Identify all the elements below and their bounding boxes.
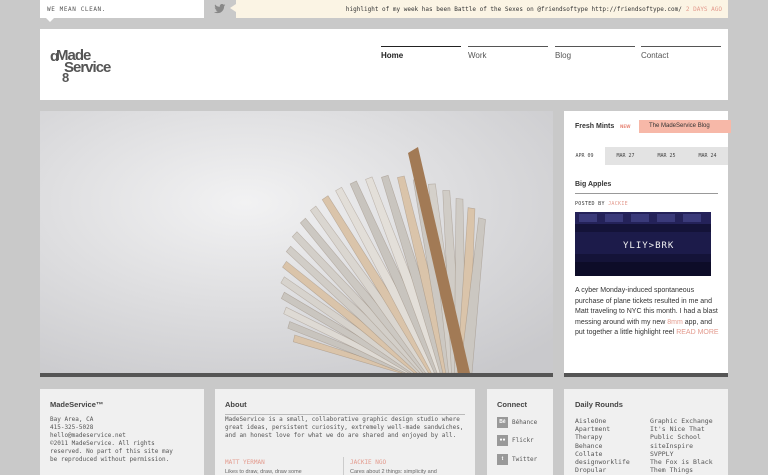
- svg-text:8: 8: [62, 70, 69, 82]
- sidebar-title: Fresh Mints: [575, 123, 615, 130]
- rounds-link[interactable]: It's Nice That: [650, 425, 713, 433]
- rounds-column-2: Graphic Exchange It's Nice That Public S…: [650, 417, 713, 474]
- nav-home[interactable]: Home: [381, 46, 461, 62]
- footer-rounds-card: Daily Rounds AisleOne Apartment Therapy …: [564, 389, 728, 475]
- rounds-link[interactable]: designworklife: [575, 458, 630, 466]
- connect-twitter-label: Twitter: [512, 455, 538, 463]
- post-title[interactable]: Big Apples: [575, 181, 611, 188]
- about-divider: [225, 414, 465, 415]
- footer-company-card: MadeService™ Bay Area, CA 415-325-5028 h…: [40, 389, 204, 475]
- site-header: Made ɑ Service 8 Home Work Blog Contact: [40, 29, 728, 100]
- twitter-bird-icon[interactable]: [214, 4, 226, 14]
- tab-apr-09[interactable]: APR 09: [564, 147, 605, 165]
- rounds-link[interactable]: Public School: [650, 433, 713, 441]
- rounds-link[interactable]: Collate: [575, 450, 630, 458]
- rounds-title: Daily Rounds: [575, 400, 623, 409]
- team-jackie-name[interactable]: JACKIE NGO: [350, 459, 386, 466]
- nav-work[interactable]: Work: [468, 46, 548, 62]
- nav-blog[interactable]: Blog: [555, 46, 635, 62]
- connect-flickr-label: Flickr: [512, 436, 534, 444]
- post-image-text: YLIY>BRK: [623, 241, 674, 251]
- copyright-line-1: ©2011 MadeService. All rights: [50, 440, 155, 447]
- connect-behance-label: Béhance: [512, 418, 538, 426]
- sidebar-title-mark: NEW: [620, 124, 631, 129]
- svg-text:Service: Service: [64, 59, 111, 76]
- subway-sign-photo: YLIY>BRK: [575, 212, 711, 276]
- connect-title: Connect: [497, 400, 527, 409]
- tab-mar-24[interactable]: MAR 24: [687, 147, 728, 165]
- nav-contact[interactable]: Contact: [641, 46, 721, 62]
- rounds-link[interactable]: Graphic Exchange: [650, 417, 713, 425]
- behance-icon: Bē: [497, 416, 508, 428]
- rounds-link[interactable]: AisleOne: [575, 417, 630, 425]
- svg-text:ɑ: ɑ: [50, 48, 59, 65]
- footer-connect-card: Connect Bē Béhance ●● Flickr t Twitter: [487, 389, 553, 475]
- read-more-link[interactable]: READ MORE: [676, 329, 718, 336]
- about-title: About: [225, 400, 247, 409]
- rounds-column-1: AisleOne Apartment Therapy Behance Colla…: [575, 417, 630, 474]
- tab-mar-27[interactable]: MAR 27: [605, 147, 646, 165]
- connect-behance[interactable]: Bē Béhance: [497, 416, 537, 428]
- rounds-link[interactable]: Apartment: [575, 425, 630, 433]
- post-author[interactable]: JACKIE: [608, 201, 628, 207]
- latest-tweet[interactable]: highlight of my week has been Battle of …: [236, 0, 728, 18]
- about-col-divider: [343, 457, 344, 475]
- company-info: Bay Area, CA 415-325-5028 hello@madeserv…: [50, 416, 200, 464]
- rounds-link[interactable]: siteInspire: [650, 442, 713, 450]
- copyright-line-2: reserved. No part of this site may: [50, 448, 173, 455]
- connect-twitter[interactable]: t Twitter: [497, 453, 537, 465]
- about-text: MadeService is a small, collaborative gr…: [225, 416, 464, 439]
- book-pages-illustration: [40, 111, 553, 373]
- posted-by-label: POSTED BY: [575, 201, 605, 207]
- tagline-notch: [46, 18, 54, 22]
- copyright-line-3: be reproduced without permission.: [50, 456, 170, 463]
- post-excerpt: A cyber Monday-induced spontaneous purch…: [575, 286, 721, 339]
- company-phone: 415-325-5028: [50, 424, 94, 431]
- hero-image[interactable]: [40, 111, 553, 377]
- madeservice-logo[interactable]: Made ɑ Service 8: [50, 42, 130, 82]
- rounds-link[interactable]: Them Things: [650, 466, 713, 474]
- post-divider: [575, 193, 718, 194]
- blog-link[interactable]: The MadeService Blog: [639, 120, 731, 133]
- rounds-link[interactable]: The Fox is Black: [650, 458, 713, 466]
- rounds-link[interactable]: Behance: [575, 442, 630, 450]
- footer-about-card: About MadeService is a small, collaborat…: [215, 389, 475, 475]
- tweet-text: highlight of my week has been Battle of …: [345, 6, 682, 13]
- tab-mar-25[interactable]: MAR 25: [646, 147, 687, 165]
- team-matt-name[interactable]: MATT YERMAN: [225, 459, 265, 466]
- fresh-mints-sidebar: Fresh Mints NEW The MadeService Blog APR…: [564, 111, 731, 377]
- rounds-link[interactable]: Therapy: [575, 433, 630, 441]
- tagline: WE MEAN CLEAN.: [40, 0, 204, 18]
- connect-flickr[interactable]: ●● Flickr: [497, 434, 534, 446]
- date-tabs: APR 09 MAR 27 MAR 25 MAR 24: [564, 147, 728, 165]
- flickr-icon: ●●: [497, 434, 508, 446]
- company-name: MadeService™: [50, 400, 104, 409]
- team-matt-bio: Likes to draw, draw, draw some: [225, 469, 302, 475]
- rounds-link[interactable]: SVPPLY: [650, 450, 713, 458]
- post-body-link[interactable]: 8mm: [667, 319, 683, 326]
- tweet-timestamp[interactable]: 2 DAYS AGO: [686, 6, 722, 13]
- company-email[interactable]: hello@madeservice.net: [50, 432, 200, 440]
- post-image[interactable]: YLIY>BRK: [575, 212, 711, 276]
- rounds-link[interactable]: Dropular: [575, 466, 630, 474]
- company-location: Bay Area, CA: [50, 416, 94, 423]
- twitter-icon: t: [497, 453, 508, 465]
- team-jackie-bio: Cares about 2 things: simplicity and: [350, 469, 437, 475]
- post-byline: POSTED BY JACKIE: [575, 201, 628, 207]
